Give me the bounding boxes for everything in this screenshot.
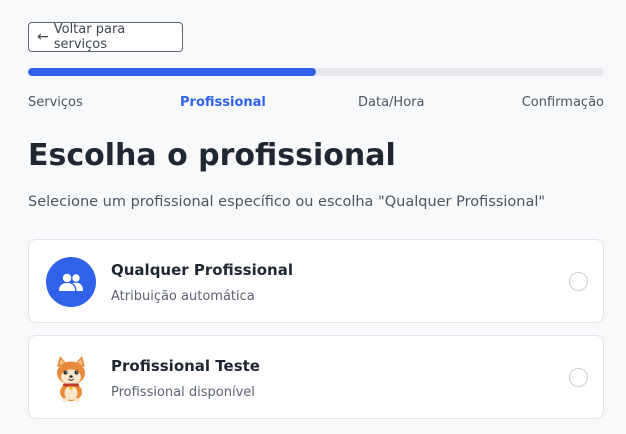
- page-title: Escolha o profissional: [28, 138, 396, 173]
- page-subtitle: Selecione um profissional específico ou …: [28, 194, 546, 210]
- progress-bar-fill: [28, 68, 316, 76]
- option-name: Profissional Teste: [111, 357, 260, 375]
- option-description: Atribuição automática: [111, 289, 255, 304]
- progress-bar: [28, 68, 604, 76]
- arrow-left-icon: ←: [37, 29, 49, 45]
- step-servicos: Serviços: [28, 95, 83, 110]
- option-radio[interactable]: [569, 272, 588, 291]
- option-qualquer-profissional[interactable]: Qualquer Profissional Atribuição automát…: [28, 239, 604, 323]
- booking-page: ← Voltar para serviços Serviços Profissi…: [0, 0, 626, 434]
- step-data-hora: Data/Hora: [358, 95, 425, 110]
- shiba-dog-avatar-icon: [46, 353, 96, 403]
- option-description: Profissional disponível: [111, 385, 255, 400]
- option-name: Qualquer Profissional: [111, 261, 293, 279]
- users-icon: [46, 257, 96, 307]
- back-button-label: Voltar para serviços: [53, 22, 126, 52]
- step-profissional: Profissional: [180, 95, 266, 110]
- option-radio[interactable]: [569, 368, 588, 387]
- step-indicator: Serviços Profissional Data/Hora Confirma…: [28, 95, 604, 113]
- back-to-services-button[interactable]: ← Voltar para serviços: [28, 22, 183, 52]
- step-confirmacao: Confirmação: [521, 95, 604, 110]
- option-profissional-teste[interactable]: Profissional Teste Profissional disponív…: [28, 335, 604, 419]
